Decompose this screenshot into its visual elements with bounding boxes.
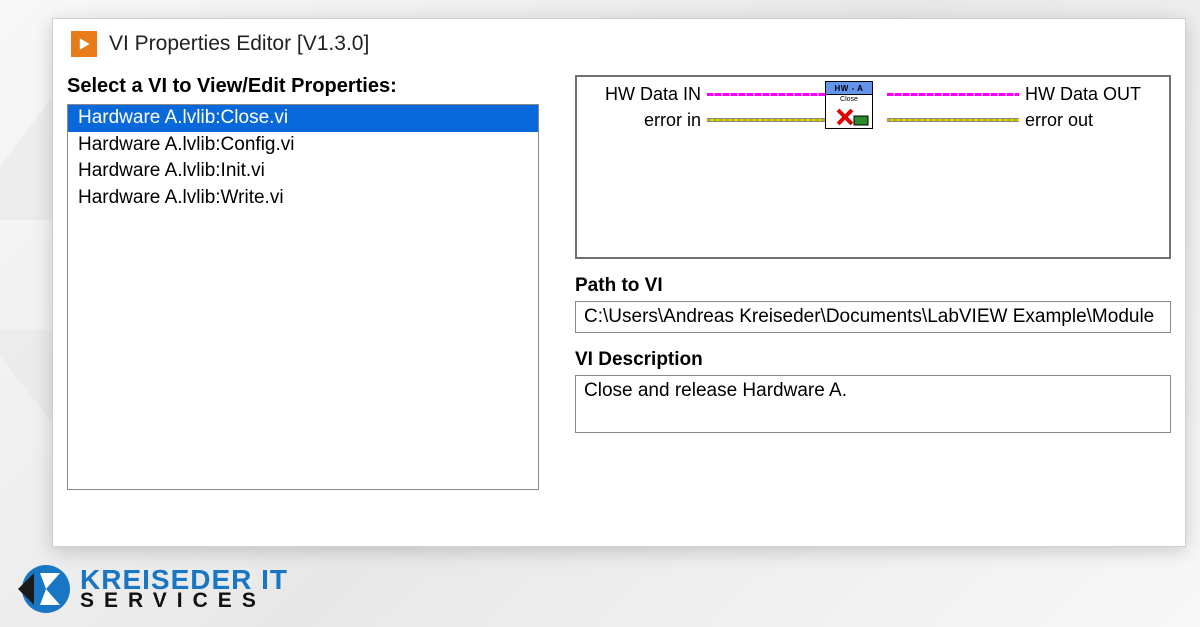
connector-row-top: HW Data IN HW Data OUT: [587, 83, 1159, 105]
list-item[interactable]: Hardware A.lvlib:Close.vi: [68, 105, 538, 132]
vi-icon-subtitle: Close: [826, 95, 872, 104]
brand-text: KREISEDER IT SERVICES: [80, 567, 288, 611]
wire-error-out: [887, 118, 1019, 122]
terminal-label: HW Data IN: [587, 84, 707, 105]
list-item[interactable]: Hardware A.lvlib:Config.vi: [68, 132, 538, 159]
description-label: VI Description: [575, 349, 1171, 371]
right-column: HW Data IN HW Data OUT error in error ou…: [575, 75, 1171, 490]
wire-data-out: [887, 93, 1019, 96]
branding: KREISEDER IT SERVICES: [16, 561, 288, 617]
list-item[interactable]: Hardware A.lvlib:Write.vi: [68, 185, 538, 212]
vi-icon-header: HW - A: [826, 82, 872, 95]
app-icon: [71, 31, 97, 57]
terminal-label: HW Data OUT: [1019, 84, 1159, 105]
app-window: VI Properties Editor [V1.3.0] Select a V…: [52, 18, 1186, 547]
vi-listbox[interactable]: Hardware A.lvlib:Close.vi Hardware A.lvl…: [67, 104, 539, 490]
terminal-label: error in: [587, 110, 707, 131]
connector-row-bottom: error in error out: [587, 109, 1159, 131]
vi-icon: HW - A Close: [825, 81, 873, 129]
path-label: Path to VI: [575, 275, 1171, 297]
window-title: VI Properties Editor [V1.3.0]: [109, 32, 369, 56]
titlebar: VI Properties Editor [V1.3.0]: [53, 19, 1185, 75]
selector-label: Select a VI to View/Edit Properties:: [67, 75, 539, 98]
brand-line2: SERVICES: [80, 592, 288, 611]
wire-data-in: [707, 93, 839, 96]
connector-pane: HW Data IN HW Data OUT error in error ou…: [575, 75, 1171, 259]
list-item[interactable]: Hardware A.lvlib:Init.vi: [68, 158, 538, 185]
description-textarea[interactable]: [575, 375, 1171, 433]
vi-icon-body: [826, 104, 872, 128]
wire-error-in: [707, 118, 839, 122]
brand-logo-icon: [16, 561, 72, 617]
terminal-label: error out: [1019, 110, 1159, 131]
path-input[interactable]: [575, 301, 1171, 333]
content-area: Select a VI to View/Edit Properties: Har…: [53, 75, 1185, 490]
left-column: Select a VI to View/Edit Properties: Har…: [67, 75, 539, 490]
